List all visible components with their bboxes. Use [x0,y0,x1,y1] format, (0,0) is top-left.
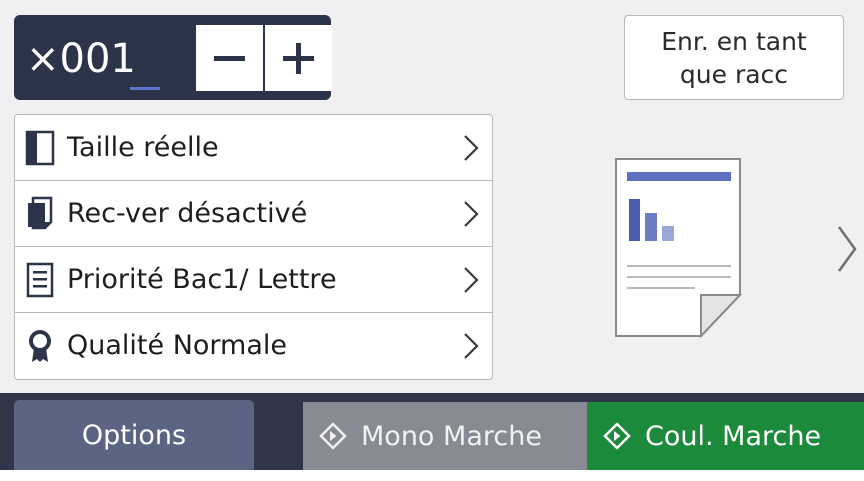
setting-quality[interactable]: Qualité Normale [15,313,492,379]
quality-ribbon-icon [29,330,51,362]
setting-duplex[interactable]: Rec-ver désactivé [15,181,492,247]
shortcut-label-line2: que racc [679,59,789,89]
setting-size[interactable]: Taille réelle [15,115,492,181]
chevron-right-icon [464,267,479,293]
copy-screen: ×001 Enr. en tant que racc Taille réelle [0,0,864,481]
settings-list: Taille réelle Rec-ver désactivé Priorité… [14,114,493,380]
page-icon [25,130,55,166]
document-preview-icon [615,158,743,338]
save-as-shortcut-button[interactable]: Enr. en tant que racc [624,15,844,100]
setting-tray[interactable]: Priorité Bac1/ Lettre [15,247,492,313]
start-diamond-icon [319,422,347,450]
decrease-count-button[interactable] [196,25,263,91]
options-label: Options [81,419,187,451]
next-page-chevron-icon[interactable] [836,224,858,274]
mono-start-label: Mono Marche [361,420,542,452]
start-diamond-icon [603,422,631,450]
text-cursor [130,87,160,90]
options-button[interactable]: Options [14,400,254,470]
chevron-right-icon [464,333,479,359]
copy-count-prefix: ×00 [26,36,111,82]
setting-tray-label: Priorité Bac1/ Lettre [67,264,337,295]
setting-quality-label: Qualité Normale [67,330,287,361]
minus-icon [214,56,245,61]
mono-start-button[interactable]: Mono Marche [303,402,587,470]
colour-start-label: Coul. Marche [645,420,822,452]
chevron-right-icon [464,135,479,161]
screen-bezel-edge [0,470,864,481]
duplex-icon [28,196,53,230]
chevron-right-icon [464,201,479,227]
setting-duplex-label: Rec-ver désactivé [67,198,308,229]
increase-count-button[interactable] [265,25,332,91]
copy-count-cursor-digit: 1 [110,36,136,82]
setting-size-label: Taille réelle [67,132,219,163]
copy-count-panel: ×001 [14,15,332,100]
copy-count-display[interactable]: ×001 [26,33,136,85]
tray-icon [26,262,54,298]
shortcut-label-line1: Enr. en tant [661,26,807,56]
colour-start-button[interactable]: Coul. Marche [587,402,864,470]
